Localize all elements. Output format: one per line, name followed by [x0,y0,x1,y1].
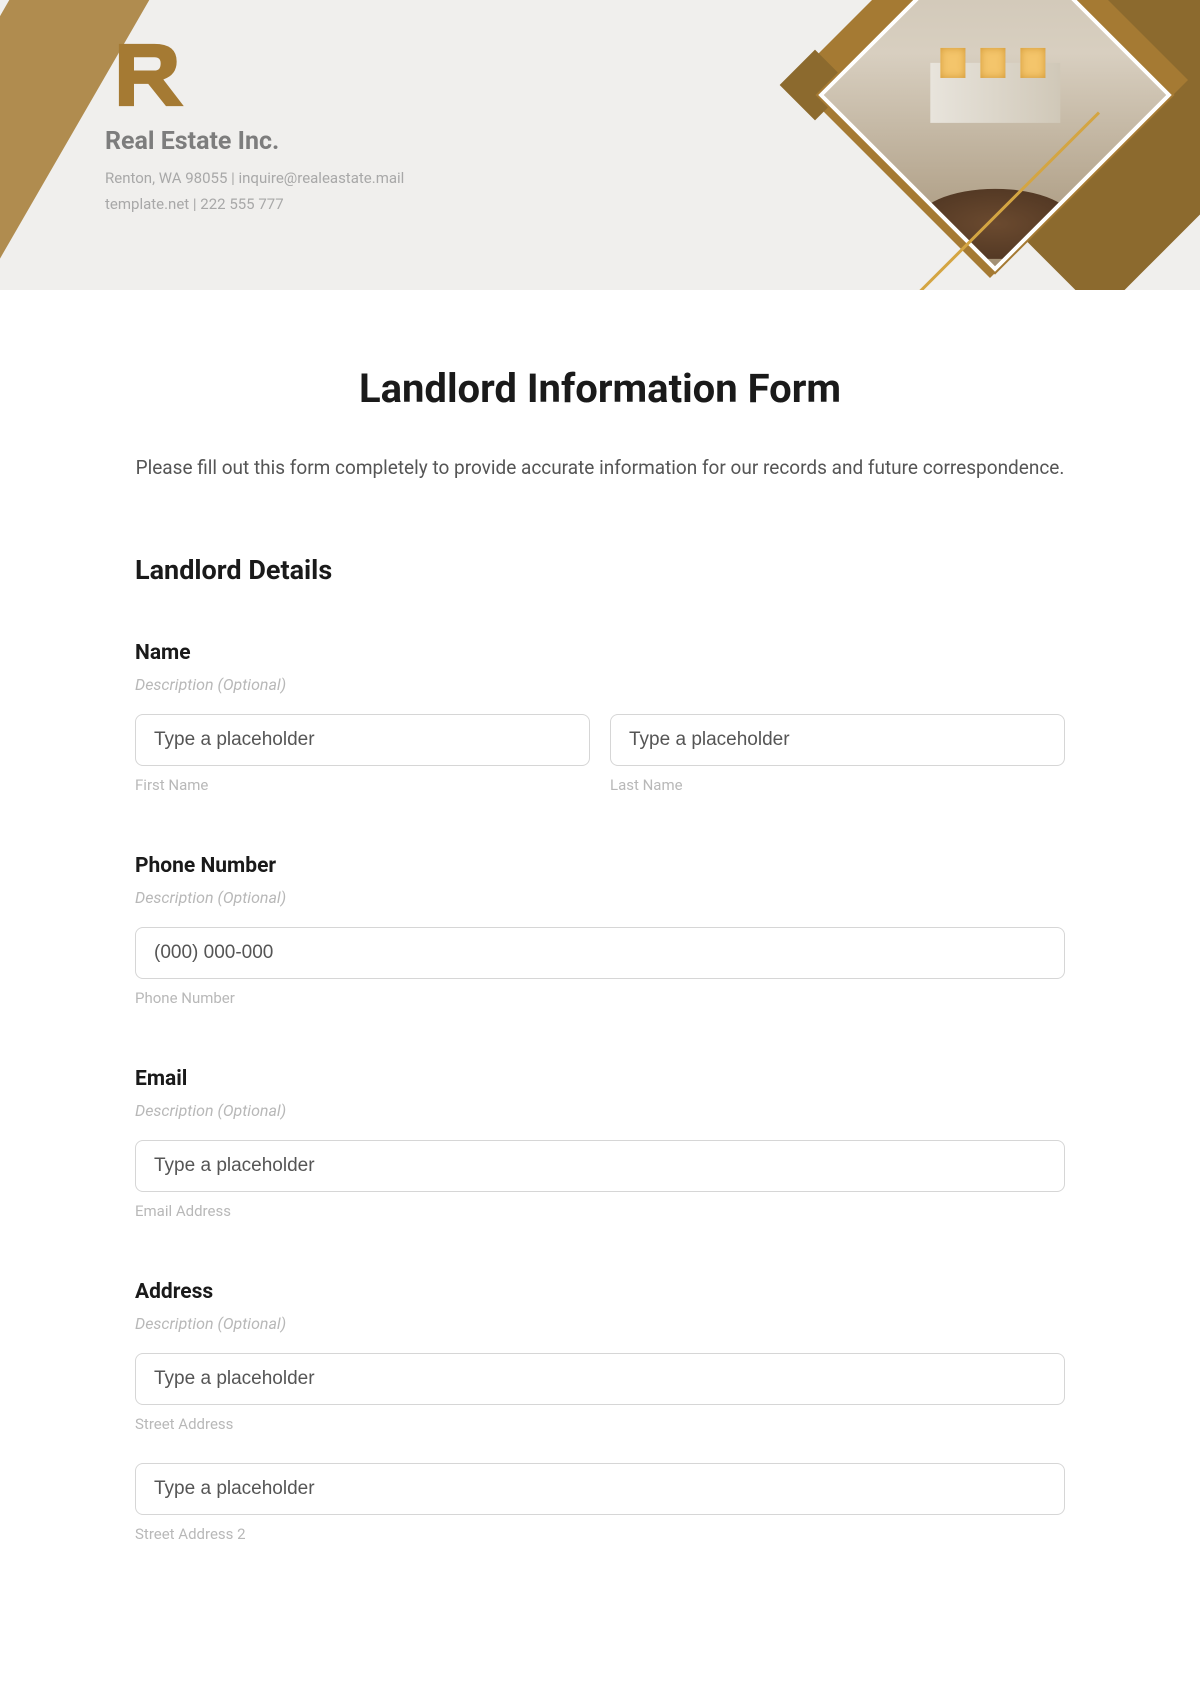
section-heading-details: Landlord Details [135,554,1065,586]
street-address-2-input[interactable] [135,1463,1065,1515]
header-decoration [600,0,1200,290]
phone-label: Phone Number [135,854,1065,878]
address-desc: Description (Optional) [135,1314,1065,1333]
last-name-input[interactable] [610,714,1065,766]
email-label: Email [135,1067,1065,1091]
name-label: Name [135,641,1065,665]
email-input[interactable] [135,1140,1065,1192]
company-logo [105,35,195,115]
street-address-sublabel: Street Address [135,1415,1065,1433]
phone-input[interactable] [135,927,1065,979]
street-address-2-sublabel: Street Address 2 [135,1525,1065,1543]
company-name: Real Estate Inc. [105,127,404,156]
form-title: Landlord Information Form [135,365,1065,412]
last-name-sublabel: Last Name [610,776,1065,794]
company-address-line2: template.net | 222 555 777 [105,192,404,218]
header-banner: Real Estate Inc. Renton, WA 98055 | inqu… [0,0,1200,290]
field-group-phone: Phone Number Description (Optional) Phon… [135,854,1065,1007]
logo-icon [105,35,195,115]
first-name-sublabel: First Name [135,776,590,794]
phone-sublabel: Phone Number [135,989,1065,1007]
form-container: Landlord Information Form Please fill ou… [0,290,1200,1643]
street-address-input[interactable] [135,1353,1065,1405]
form-description: Please fill out this form completely to … [135,452,1065,484]
header-content: Real Estate Inc. Renton, WA 98055 | inqu… [105,35,404,217]
first-name-input[interactable] [135,714,590,766]
email-desc: Description (Optional) [135,1101,1065,1120]
phone-desc: Description (Optional) [135,888,1065,907]
email-sublabel: Email Address [135,1202,1065,1220]
field-group-address: Address Description (Optional) Street Ad… [135,1280,1065,1543]
field-group-name: Name Description (Optional) First Name L… [135,641,1065,794]
field-group-email: Email Description (Optional) Email Addre… [135,1067,1065,1220]
name-desc: Description (Optional) [135,675,1065,694]
address-label: Address [135,1280,1065,1304]
company-address-line1: Renton, WA 98055 | inquire@realeastate.m… [105,166,404,192]
